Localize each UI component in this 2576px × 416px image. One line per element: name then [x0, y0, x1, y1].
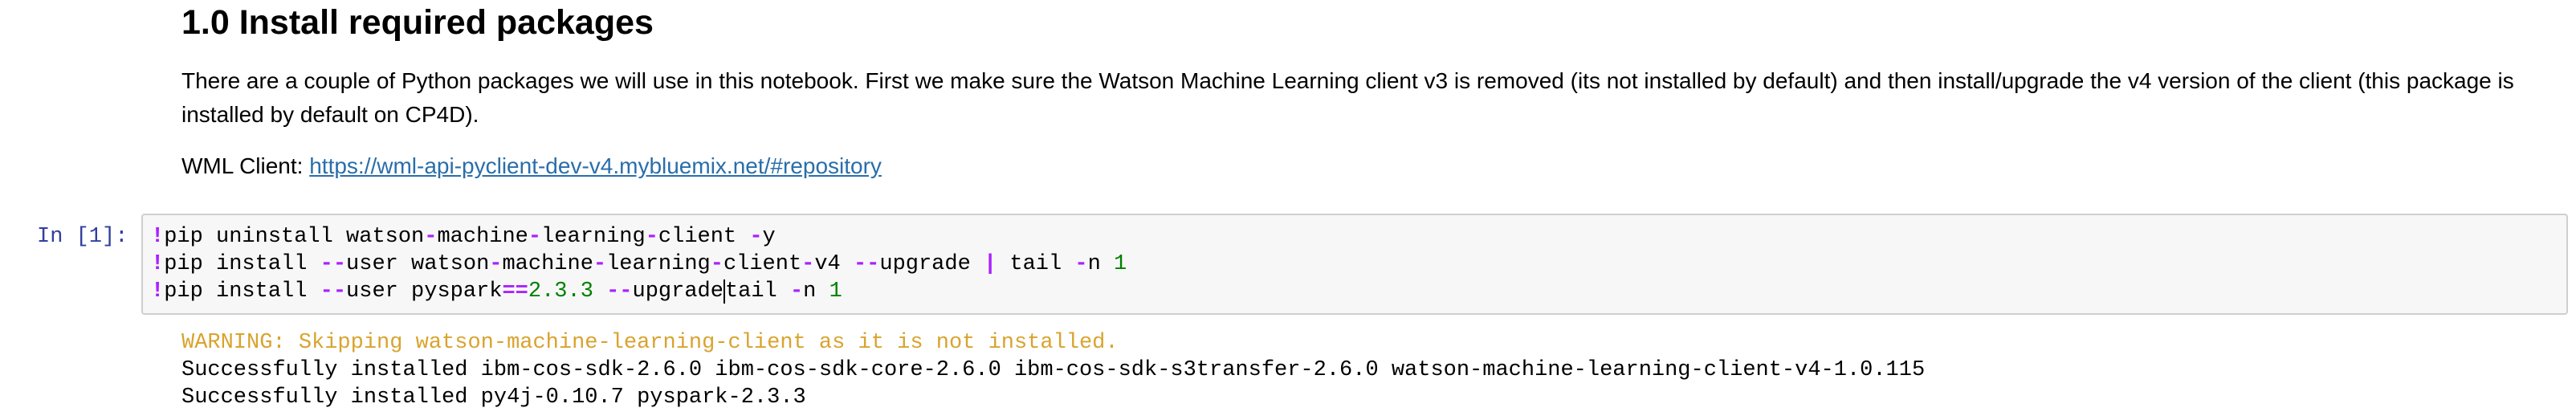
wml-client-line: WML Client: https://wml-api-pyclient-dev… [181, 149, 882, 183]
code-token: learning [541, 225, 646, 249]
output-warning: WARNING: Skipping watson-machine-learnin… [181, 331, 1119, 355]
code-token: - [801, 252, 815, 276]
code-token: - [645, 225, 658, 249]
code-editor[interactable]: !pip uninstall watson-machine-learning-c… [151, 223, 1127, 305]
code-token: -- [853, 252, 880, 276]
code-token: -- [606, 279, 633, 304]
code-token: | [984, 252, 997, 276]
code-token: learning [606, 252, 711, 276]
code-token: -- [320, 252, 347, 276]
code-token: -- [320, 279, 347, 304]
wml-client-label: WML Client: [181, 153, 304, 178]
code-token: 1 [1114, 252, 1127, 276]
code-token: == [502, 279, 528, 304]
code-token: ! [151, 279, 165, 304]
input-prompt: In [1]: [37, 225, 128, 249]
code-token: upgrade [632, 279, 723, 304]
wml-client-link[interactable]: https://wml-api-pyclient-dev-v4.mybluemi… [309, 153, 882, 178]
cell-output: WARNING: Skipping watson-machine-learnin… [181, 329, 1925, 411]
code-token: v4 [814, 252, 854, 276]
code-token: upgrade [879, 252, 984, 276]
code-token: machine [437, 225, 528, 249]
code-token: n [803, 279, 829, 304]
code-token: ! [151, 252, 165, 276]
code-token: - [789, 279, 804, 304]
code-token: pip install [164, 279, 320, 304]
code-line-1: !pip uninstall watson-machine-learning-c… [151, 225, 776, 249]
code-token: y [762, 225, 776, 249]
section-heading: 1.0 Install required packages [181, 3, 654, 42]
code-token: tail [997, 252, 1075, 276]
code-token: - [528, 225, 542, 249]
code-token: machine [502, 252, 593, 276]
code-token: user watson [346, 252, 490, 276]
output-line: Successfully installed py4j-0.10.7 pyspa… [181, 385, 806, 410]
code-token: - [749, 225, 763, 249]
code-input-area[interactable]: !pip uninstall watson-machine-learning-c… [141, 214, 2568, 315]
code-token: - [710, 252, 723, 276]
code-token: tail [724, 279, 790, 304]
code-token: client [723, 252, 802, 276]
code-token: pip uninstall watson [164, 225, 425, 249]
code-token: 1 [829, 279, 842, 304]
code-token: 2.3.3 [528, 279, 593, 304]
code-token: pip install [164, 252, 320, 276]
code-line-2: !pip install --user watson-machine-learn… [151, 252, 1127, 276]
code-token: - [424, 225, 438, 249]
code-token: user pyspark [346, 279, 503, 304]
code-token: n [1087, 252, 1115, 276]
code-line-3: !pip install --user pyspark==2.3.3 --upg… [151, 279, 842, 304]
code-token: ! [151, 225, 165, 249]
code-token: - [593, 252, 607, 276]
output-line: Successfully installed ibm-cos-sdk-2.6.0… [181, 358, 1926, 382]
code-token: client [658, 225, 750, 249]
code-token: - [489, 252, 503, 276]
description-paragraph: There are a couple of Python packages we… [181, 68, 2514, 127]
code-token: - [1074, 252, 1088, 276]
